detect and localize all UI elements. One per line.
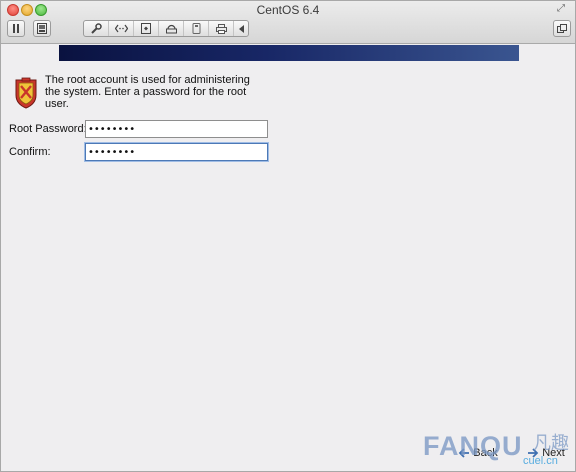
root-password-input[interactable] (85, 120, 268, 138)
arrow-left-icon (458, 448, 470, 458)
title-bar: CentOS 6.4 ⤢ (1, 1, 575, 44)
settings-button[interactable] (84, 21, 109, 36)
snapshot-button[interactable] (33, 20, 51, 37)
code-icon (114, 24, 128, 33)
printer-icon (215, 23, 227, 34)
vm-window: CentOS 6.4 ⤢ The root account is used fo… (0, 0, 576, 472)
cd-drive-button[interactable] (134, 21, 159, 36)
fullscreen-icon[interactable]: ⤢ (557, 4, 567, 14)
back-button[interactable]: Back (449, 443, 507, 463)
root-password-instructions: The root account is used for administeri… (45, 74, 250, 110)
root-shield-icon (15, 77, 37, 109)
usb-icon (192, 23, 200, 34)
snapshot-icon (37, 23, 47, 34)
back-button-label: Back (473, 447, 498, 459)
pause-button[interactable] (7, 20, 25, 37)
root-password-label: Root Password: (9, 123, 87, 135)
hdd-icon (165, 24, 177, 33)
printer-button[interactable] (209, 21, 234, 36)
next-button-label: Next (542, 447, 565, 459)
confirm-password-label: Confirm: (9, 146, 51, 158)
hard-disk-button[interactable] (159, 21, 184, 36)
installer-header-banner (59, 45, 519, 61)
confirm-password-input[interactable] (85, 143, 268, 161)
window-mode-icon (557, 24, 567, 33)
usb-button[interactable] (184, 21, 209, 36)
chevron-left-icon (238, 24, 244, 33)
window-mode-button[interactable] (553, 20, 571, 37)
next-button[interactable]: Next (521, 443, 571, 463)
disk-icon (141, 23, 151, 34)
arrow-right-icon (528, 448, 539, 458)
wrench-icon (90, 23, 102, 34)
toolbar-collapse-button[interactable] (234, 21, 248, 36)
pause-icon (13, 24, 19, 33)
window-title: CentOS 6.4 (256, 3, 320, 17)
network-button[interactable] (109, 21, 134, 36)
device-toolbar (83, 20, 249, 37)
